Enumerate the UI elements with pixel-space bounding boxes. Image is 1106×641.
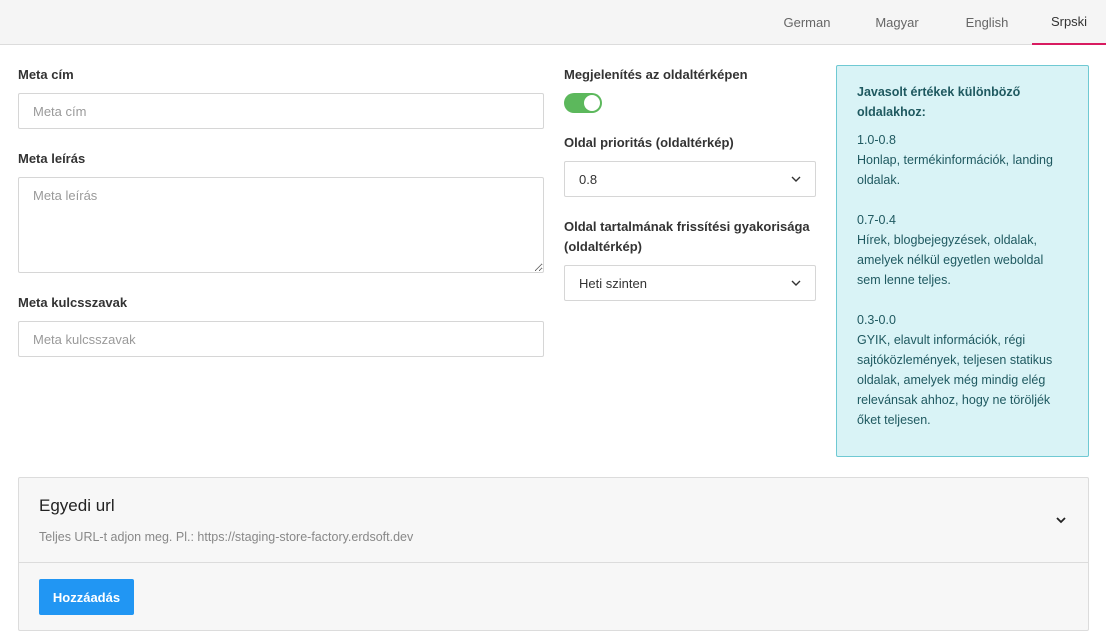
hint-block-medium: 0.7-0.4 Hírek, blogbejegyzések, oldalak,…	[857, 210, 1068, 290]
hint-title-line1: Javasolt értékek különböző	[857, 85, 1021, 99]
meta-description-textarea[interactable]	[18, 177, 544, 273]
hint-title: Javasolt értékek különböző oldalakhoz:	[857, 82, 1068, 122]
hint-line: amelyek nélkül egyetlen weboldal	[857, 253, 1044, 267]
frequency-label-line2: (oldaltérkép)	[564, 239, 643, 254]
meta-keywords-input[interactable]	[18, 321, 544, 357]
hint-line: GYIK, elavult információk, régi	[857, 333, 1026, 347]
priority-select[interactable]: 0.8	[564, 161, 816, 197]
priority-label: Oldal prioritás (oldaltérkép)	[564, 135, 734, 150]
tab-magyar[interactable]: Magyar	[852, 0, 942, 45]
priority-hint-box: Javasolt értékek különböző oldalakhoz: 1…	[836, 65, 1089, 457]
sitemap-display-label: Megjelenítés az oldaltérképen	[564, 67, 748, 82]
hint-block-high: 1.0-0.8 Honlap, termékinformációk, landi…	[857, 130, 1068, 190]
custom-url-panel: Egyedi url Teljes URL-t adjon meg. Pl.: …	[18, 477, 1089, 631]
hint-line: őket teljesen.	[857, 413, 931, 427]
custom-url-title: Egyedi url	[39, 496, 115, 515]
language-tabs: German Magyar English Srpski	[762, 0, 1106, 45]
hint-range: 0.3-0.0	[857, 313, 896, 327]
hint-line: sajtóközlemények, teljesen statikus	[857, 353, 1053, 367]
tab-english[interactable]: English	[942, 0, 1032, 45]
hint-block-low: 0.3-0.0 GYIK, elavult információk, régi …	[857, 310, 1068, 430]
frequency-label: Oldal tartalmának frissítési gyakorisága…	[564, 217, 810, 257]
hint-title-line2: oldalakhoz:	[857, 105, 926, 119]
hint-range: 1.0-0.8	[857, 133, 896, 147]
chevron-down-icon	[791, 278, 801, 288]
frequency-value: Heti szinten	[579, 275, 647, 291]
hint-line: oldalak, amelyek még mindig elég	[857, 373, 1046, 387]
priority-value: 0.8	[579, 171, 598, 187]
hint-line: Honlap, termékinformációk, landing	[857, 153, 1053, 167]
language-tab-bar: German Magyar English Srpski	[0, 0, 1106, 45]
toggle-knob	[584, 95, 600, 111]
hint-line: sem lenne teljes.	[857, 273, 951, 287]
meta-keywords-label: Meta kulcsszavak	[18, 295, 128, 310]
sitemap-display-toggle[interactable]	[564, 93, 602, 113]
tab-srpski[interactable]: Srpski	[1032, 0, 1106, 45]
hint-line: Hírek, blogbejegyzések, oldalak,	[857, 233, 1037, 247]
chevron-down-icon[interactable]	[1054, 513, 1068, 527]
hint-line: oldalak.	[857, 173, 901, 187]
meta-title-input[interactable]	[18, 93, 544, 129]
chevron-down-icon	[791, 174, 801, 184]
meta-title-label: Meta cím	[18, 67, 74, 82]
frequency-label-line1: Oldal tartalmának frissítési gyakorisága	[564, 219, 810, 234]
add-url-button[interactable]: Hozzáadás	[39, 579, 134, 615]
hint-line: relevánsak ahhoz, hogy ne töröljék	[857, 393, 1051, 407]
meta-description-label: Meta leírás	[18, 151, 86, 166]
hint-range: 0.7-0.4	[857, 213, 896, 227]
tab-german[interactable]: German	[762, 0, 852, 45]
custom-url-panel-header[interactable]: Egyedi url Teljes URL-t adjon meg. Pl.: …	[19, 478, 1088, 563]
frequency-select[interactable]: Heti szinten	[564, 265, 816, 301]
custom-url-subtitle: Teljes URL-t adjon meg. Pl.: https://sta…	[39, 530, 414, 544]
